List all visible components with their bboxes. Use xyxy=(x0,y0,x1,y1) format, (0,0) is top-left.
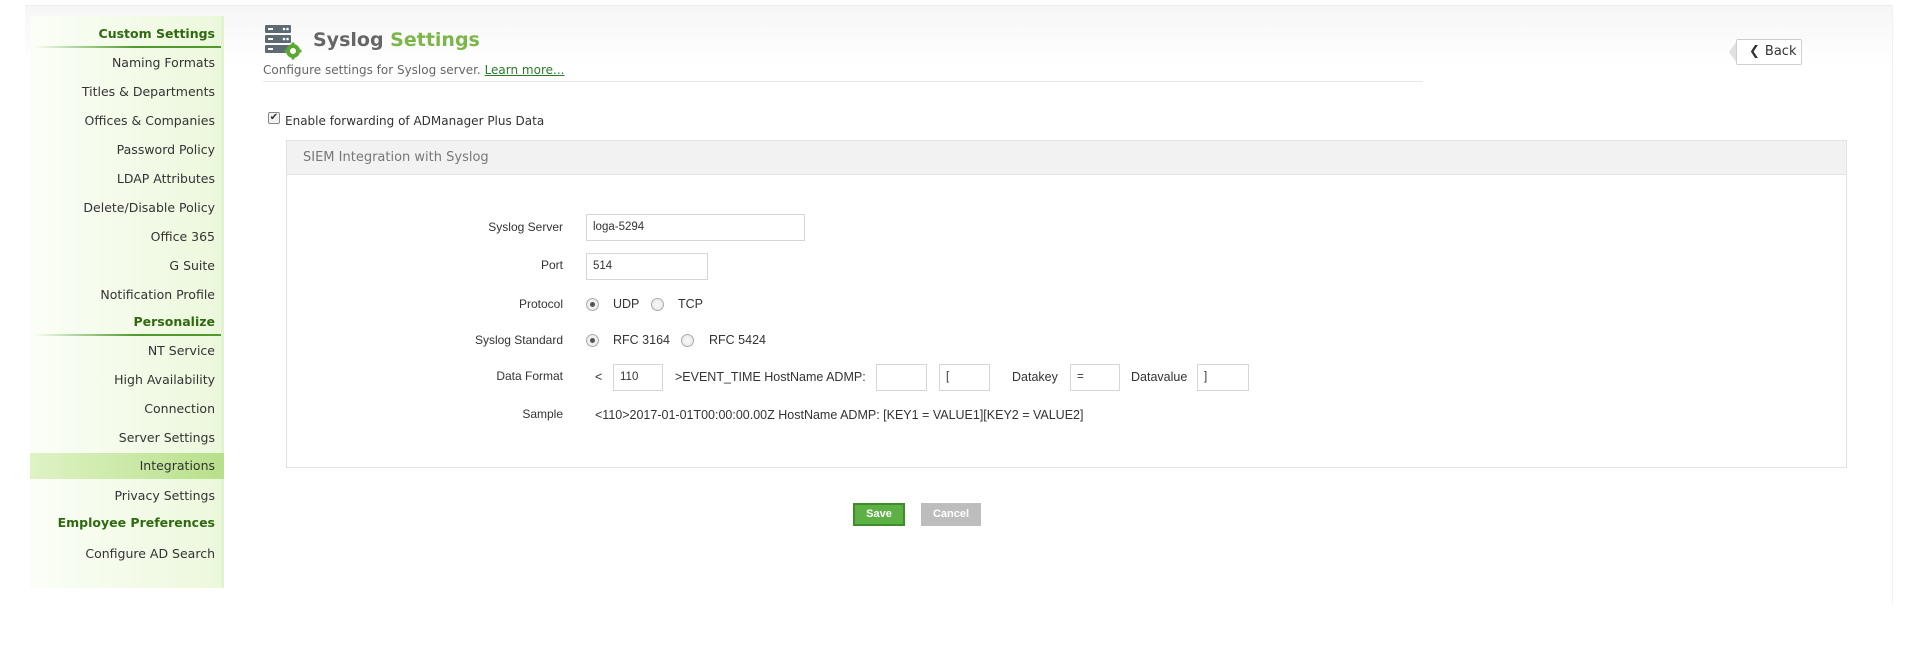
protocol-udp-radio[interactable] xyxy=(586,298,599,311)
back-button[interactable]: ❮ Back xyxy=(1736,39,1802,65)
data-format-blank-input[interactable] xyxy=(876,364,927,391)
sidebar-item-g-suite[interactable]: G Suite xyxy=(169,255,215,277)
datakey-input[interactable]: = xyxy=(1070,364,1120,391)
rfc-5424-radio[interactable] xyxy=(681,334,694,347)
rfc-3164-radio[interactable] xyxy=(586,334,599,347)
page-description: Configure settings for Syslog server. Le… xyxy=(263,63,564,77)
rfc-3164-label: RFC 3164 xyxy=(613,333,670,347)
back-button-label: Back xyxy=(1764,44,1797,59)
sidebar-divider xyxy=(34,334,221,336)
sidebar-item-server-settings[interactable]: Server Settings xyxy=(119,427,215,449)
data-format-prefix: < xyxy=(595,370,603,384)
enable-forwarding-checkbox[interactable]: ✔ xyxy=(268,112,280,124)
data-format-middle-text: >EVENT_TIME HostName ADMP: xyxy=(675,370,866,384)
sidebar-item-privacy-settings[interactable]: Privacy Settings xyxy=(114,485,215,507)
sidebar-item-office-365[interactable]: Office 365 xyxy=(151,226,215,248)
sidebar-divider xyxy=(34,46,221,48)
page-title-part1: Syslog xyxy=(313,29,384,51)
sidebar-heading-custom-settings: Custom Settings xyxy=(98,26,215,41)
page-title: Syslog Settings xyxy=(313,29,480,51)
sidebar-item-integrations[interactable]: Integrations xyxy=(140,455,215,477)
sidebar-item-titles-departments[interactable]: Titles & Departments xyxy=(82,81,215,103)
sidebar-heading-employee-preferences: Employee Preferences xyxy=(57,515,215,530)
enable-forwarding-label: Enable forwarding of ADManager Plus Data xyxy=(285,114,545,128)
header-divider xyxy=(263,81,1423,82)
rfc-5424-label: RFC 5424 xyxy=(709,333,766,347)
data-format-priority-input[interactable]: 110 xyxy=(613,364,663,391)
datavalue-label: Datavalue xyxy=(1131,370,1188,384)
page-description-text: Configure settings for Syslog server. xyxy=(263,63,481,77)
protocol-tcp-radio[interactable] xyxy=(651,298,664,311)
sidebar-item-high-availability[interactable]: High Availability xyxy=(114,369,215,391)
sample-value: <110>2017-01-01T00:00:00.00Z HostName AD… xyxy=(595,408,1084,422)
learn-more-link[interactable]: Learn more... xyxy=(485,63,565,77)
sidebar-item-connection[interactable]: Connection xyxy=(144,398,215,420)
datakey-label: Datakey xyxy=(1012,370,1058,384)
port-input[interactable]: 514 xyxy=(586,253,708,280)
protocol-udp-label: UDP xyxy=(613,297,640,311)
settings-sidebar: Custom Settings Naming Formats Titles & … xyxy=(30,16,224,588)
protocol-label: Protocol xyxy=(518,297,563,311)
chevron-left-icon: ❮ xyxy=(1749,44,1760,59)
sidebar-heading-personalize: Personalize xyxy=(133,314,216,329)
sidebar-item-notification-profile[interactable]: Notification Profile xyxy=(100,284,215,306)
sample-label: Sample xyxy=(522,407,563,421)
page-title-part2: Settings xyxy=(390,29,480,51)
data-format-bracket-input[interactable]: [ xyxy=(939,364,990,391)
syslog-server-input[interactable]: loga-5294 xyxy=(586,214,805,241)
sidebar-item-offices-companies[interactable]: Offices & Companies xyxy=(85,110,215,132)
sidebar-item-password-policy[interactable]: Password Policy xyxy=(117,139,215,161)
syslog-server-icon xyxy=(265,25,302,60)
syslog-standard-label: Syslog Standard xyxy=(474,333,563,347)
sidebar-item-delete-disable-policy[interactable]: Delete/Disable Policy xyxy=(83,197,215,219)
cancel-button[interactable]: Cancel xyxy=(921,503,981,526)
sidebar-item-ldap-attributes[interactable]: LDAP Attributes xyxy=(117,168,215,190)
port-label: Port xyxy=(540,258,563,272)
save-button[interactable]: Save xyxy=(853,503,905,526)
protocol-tcp-label: TCP xyxy=(678,297,703,311)
syslog-server-label: Syslog Server xyxy=(488,220,563,234)
sidebar-item-nt-service[interactable]: NT Service xyxy=(148,340,215,362)
sidebar-item-naming-formats[interactable]: Naming Formats xyxy=(112,52,215,74)
datavalue-input[interactable]: ] xyxy=(1197,364,1249,391)
data-format-label: Data Format xyxy=(496,369,563,383)
panel-title: SIEM Integration with Syslog xyxy=(287,141,1846,175)
sidebar-item-configure-ad-search[interactable]: Configure AD Search xyxy=(85,543,215,565)
